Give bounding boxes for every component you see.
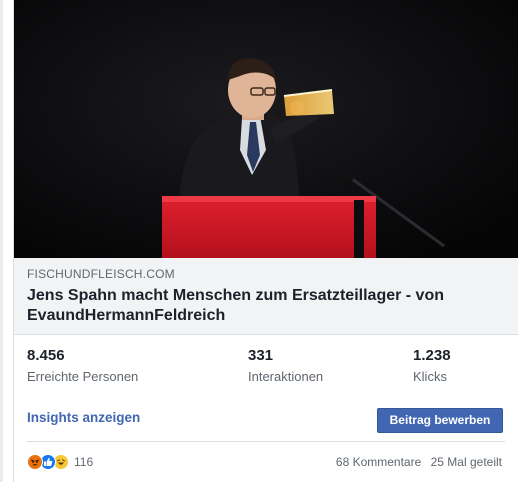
post-photo[interactable]	[14, 0, 518, 258]
page-edge	[0, 0, 3, 482]
divider	[27, 441, 505, 442]
stat-clicks: 1.238 Klicks	[413, 346, 451, 386]
stat-engagement-value: 331	[248, 347, 274, 364]
link-headline[interactable]: Jens Spahn macht Menschen zum Ersatzteil…	[27, 286, 497, 326]
reactions-summary[interactable]: 116	[27, 452, 93, 472]
angry-icon	[27, 454, 43, 470]
engagement-counts: 68 Kommentare 25 Mal geteilt	[330, 455, 502, 469]
post-card: FISCHUNDFLEISCH.COM Jens Spahn macht Men…	[13, 0, 518, 482]
stat-clicks-value: 1.238	[413, 347, 451, 364]
link-preview[interactable]: FISCHUNDFLEISCH.COM Jens Spahn macht Men…	[14, 258, 518, 335]
comments-count-link[interactable]: 68 Kommentare	[336, 455, 421, 469]
post-stats: 8.456 Erreichte Personen 331 Interaktion…	[14, 346, 518, 396]
stat-reach-value: 8.456	[27, 347, 65, 364]
speaker-photo-image	[14, 0, 518, 258]
stat-clicks-label: Klicks	[413, 369, 447, 384]
stat-engagement-label: Interaktionen	[248, 369, 324, 384]
stat-reach-label: Erreichte Personen	[27, 369, 139, 384]
stat-engagement: 331 Interaktionen	[248, 346, 323, 386]
view-insights-link[interactable]: Insights anzeigen	[27, 410, 140, 425]
stat-reach: 8.456 Erreichte Personen	[27, 346, 138, 386]
link-domain: FISCHUNDFLEISCH.COM	[27, 267, 175, 281]
boost-post-button[interactable]: Beitrag bewerben	[377, 408, 503, 433]
reaction-count: 116	[74, 455, 94, 469]
shares-count-link[interactable]: 25 Mal geteilt	[431, 455, 502, 469]
